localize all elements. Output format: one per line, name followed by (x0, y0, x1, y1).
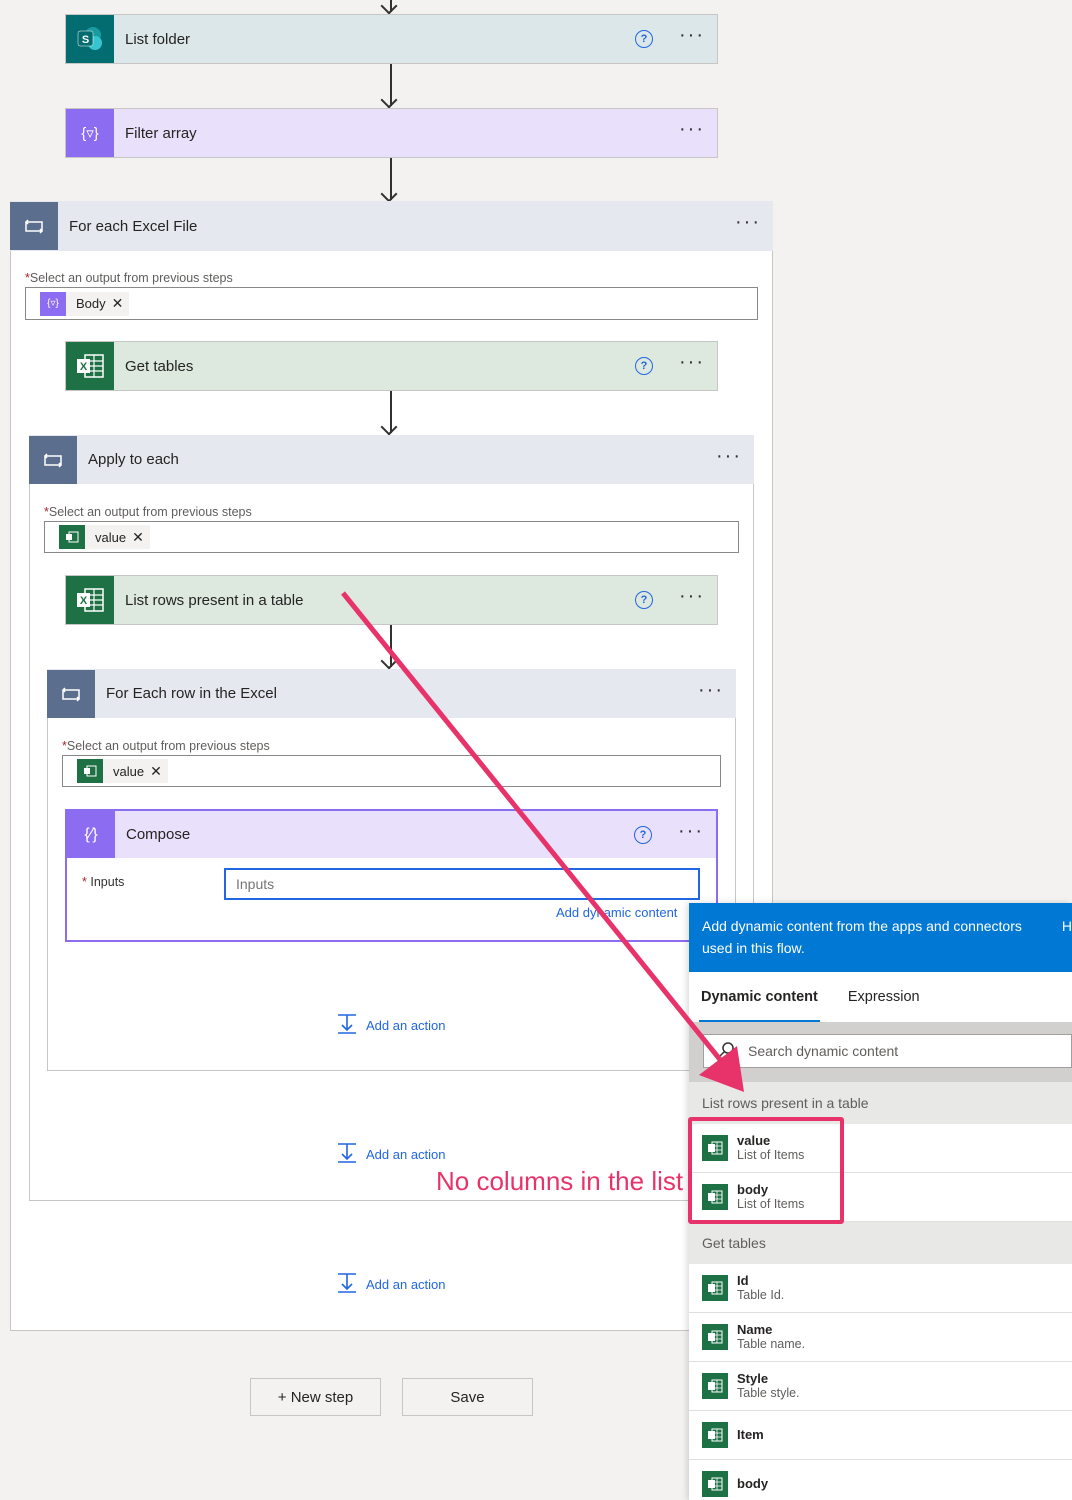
annotation-text: No columns in the list (436, 1166, 684, 1196)
annotation-arrow (341, 591, 744, 1092)
